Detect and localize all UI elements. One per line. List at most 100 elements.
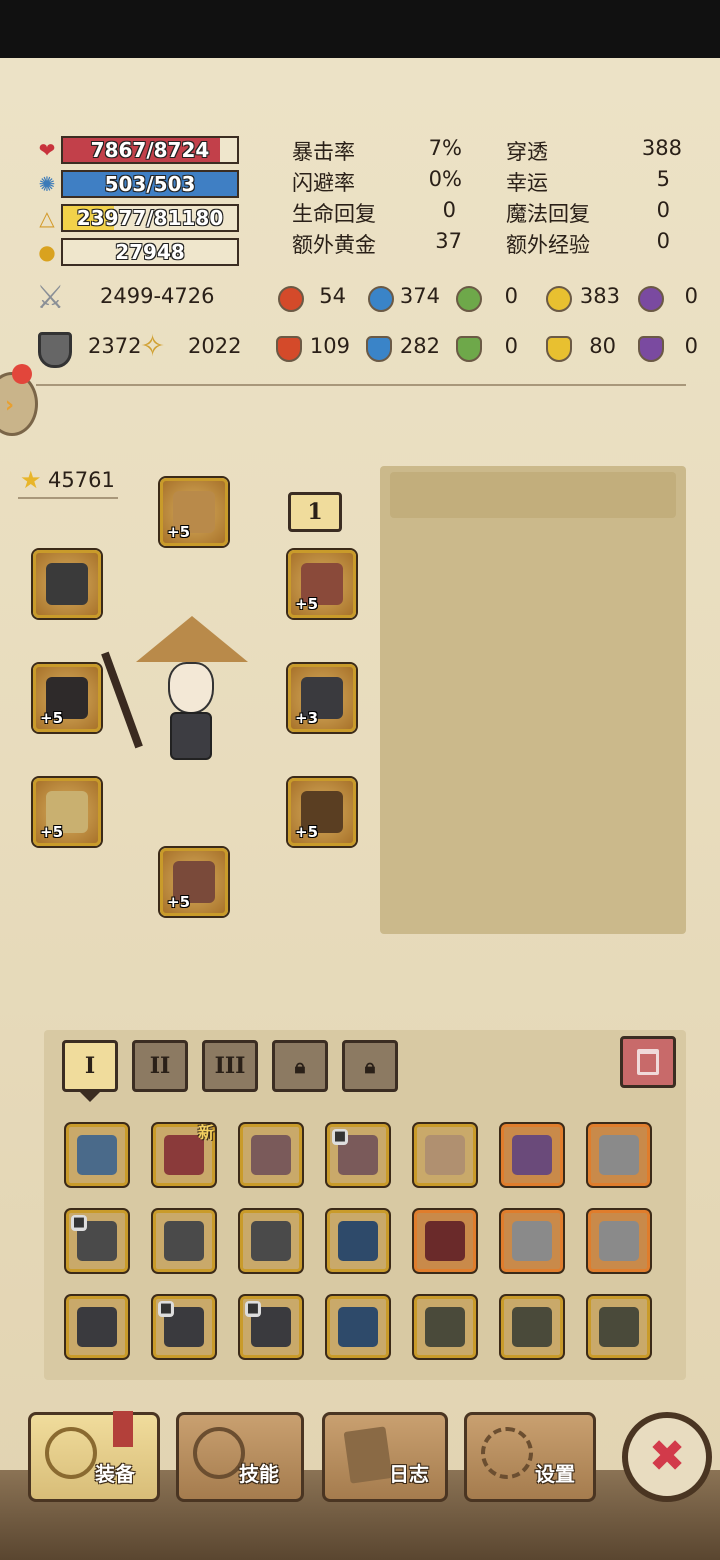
lock-icon: ■ (71, 1215, 87, 1231)
elem-defense-value: 0 (684, 334, 698, 358)
lock-icon: 🔒︎ (364, 1054, 376, 1078)
inventory-slot[interactable]: 新 (153, 1123, 215, 1186)
lock-icon: ■ (332, 1129, 348, 1145)
elem-attack-value: 374 (399, 284, 440, 308)
magic-value: 2022 (188, 334, 242, 358)
character-body (170, 712, 212, 760)
inventory-slot[interactable]: ■ (66, 1210, 128, 1272)
plate-armor-icon (512, 1221, 552, 1261)
inventory-slot[interactable]: ■ (240, 1296, 302, 1358)
mana-icon: ✺ (38, 172, 56, 196)
attr-value: 37 (435, 229, 462, 253)
nav-settings-label: 设置 (535, 1462, 575, 1486)
inventory-slot[interactable] (501, 1124, 563, 1186)
horned-helmet-icon (512, 1135, 552, 1175)
lock-icon: ■ (158, 1301, 174, 1317)
water-defense-icon (366, 336, 392, 362)
loadout-number-badge[interactable]: 1 (288, 492, 342, 532)
trash-icon (637, 1049, 659, 1075)
inventory-slot[interactable] (327, 1296, 389, 1358)
iron-helmet-icon (251, 1221, 291, 1261)
attr-label: 幸运 (506, 171, 548, 195)
trash-button[interactable] (620, 1036, 676, 1088)
nature-defense-icon (456, 336, 482, 362)
fire-attack-icon (278, 286, 304, 312)
battle-axe-icon (251, 1135, 291, 1175)
elem-defense-value: 282 (399, 334, 440, 358)
axe-icon (45, 1427, 97, 1479)
inventory-slot[interactable] (327, 1210, 389, 1272)
attr-value: 0 (656, 198, 670, 222)
gold-box: 27948 (61, 238, 239, 266)
nav-skills-button[interactable]: 技能 (176, 1412, 304, 1502)
attr-label: 暴击率 (292, 140, 355, 164)
enhance-level: +5 (295, 595, 319, 613)
skull-mask-icon (46, 563, 88, 605)
elem-defense-value: 80 (589, 334, 616, 358)
gold-text: 27948 (115, 240, 185, 264)
water-attack-icon (368, 286, 394, 312)
armor-slot[interactable]: +3 (288, 664, 356, 732)
elem-attack-value: 0 (684, 284, 698, 308)
weapon-slot[interactable]: +5 (33, 664, 101, 732)
gloves-slot[interactable]: +5 (33, 778, 101, 846)
tab-locked-4[interactable]: 🔒︎ (272, 1040, 328, 1092)
inventory-slot[interactable] (414, 1296, 476, 1358)
heart-icon: ❤ (38, 138, 56, 162)
inventory-slot[interactable]: ■ (327, 1124, 389, 1186)
pants-slot[interactable]: +5 (288, 778, 356, 846)
dark-armor-icon (77, 1307, 117, 1347)
nav-settings-button[interactable]: 设置 (464, 1412, 596, 1502)
enhance-level: +5 (167, 893, 191, 911)
inventory-slot[interactable] (501, 1210, 563, 1272)
inventory-slot[interactable] (588, 1124, 650, 1186)
plate-armor-icon (599, 1221, 639, 1261)
attr-label: 额外黄金 (292, 233, 376, 257)
inventory-slot[interactable] (66, 1296, 128, 1358)
nav-skills-label: 技能 (239, 1462, 279, 1486)
leg-armor-icon (599, 1307, 639, 1347)
tab-3[interactable]: III (202, 1040, 258, 1092)
attr-label: 闪避率 (292, 171, 355, 195)
inventory-slot[interactable] (414, 1210, 476, 1272)
necklace-slot[interactable]: +5 (288, 550, 356, 618)
inventory-slot[interactable] (66, 1124, 128, 1186)
inventory-slot[interactable] (240, 1210, 302, 1272)
hat-slot[interactable]: +5 (160, 478, 228, 546)
power-score-underline (18, 497, 118, 499)
nav-equipment-button[interactable]: 装备 (28, 1411, 160, 1502)
power-score: 45761 (48, 468, 115, 492)
boots-slot[interactable]: +5 (160, 848, 228, 916)
lock-icon: ■ (245, 1301, 261, 1317)
attack-value: 2499-4726 (100, 284, 215, 308)
inventory-slot[interactable] (588, 1296, 650, 1358)
tab-locked-5[interactable]: 🔒︎ (342, 1040, 398, 1092)
leg-armor-icon (425, 1307, 465, 1347)
fire-defense-icon (276, 336, 302, 362)
chevron-right-icon: › (5, 393, 15, 418)
lightning-defense-icon (546, 336, 572, 362)
attr-value: 5 (656, 167, 670, 191)
shadow-attack-icon (638, 286, 664, 312)
knight-helmet-icon (599, 1135, 639, 1175)
notification-dot (12, 364, 32, 384)
inventory-slot[interactable] (588, 1210, 650, 1272)
close-button[interactable]: ✖ (622, 1412, 712, 1502)
inventory-slot[interactable] (414, 1124, 476, 1186)
tab-2[interactable]: II (132, 1040, 188, 1092)
inventory-slot[interactable] (240, 1124, 302, 1186)
experience-icon: △ (39, 206, 55, 230)
character-face (168, 662, 214, 714)
elem-defense-value: 0 (504, 334, 518, 358)
mask-slot[interactable] (33, 550, 101, 618)
inventory-slot[interactable] (501, 1296, 563, 1358)
tab-1[interactable]: I (62, 1040, 118, 1092)
attr-value: 0 (442, 198, 456, 222)
lightning-attack-icon (546, 286, 572, 312)
inventory-slot[interactable]: ■ (153, 1296, 215, 1358)
nav-log-button[interactable]: 日志 (322, 1412, 448, 1502)
enhance-level: +5 (167, 523, 191, 541)
inventory-slot[interactable] (153, 1210, 215, 1272)
bookmark-icon (113, 1411, 133, 1447)
demon-armor-icon (425, 1221, 465, 1261)
